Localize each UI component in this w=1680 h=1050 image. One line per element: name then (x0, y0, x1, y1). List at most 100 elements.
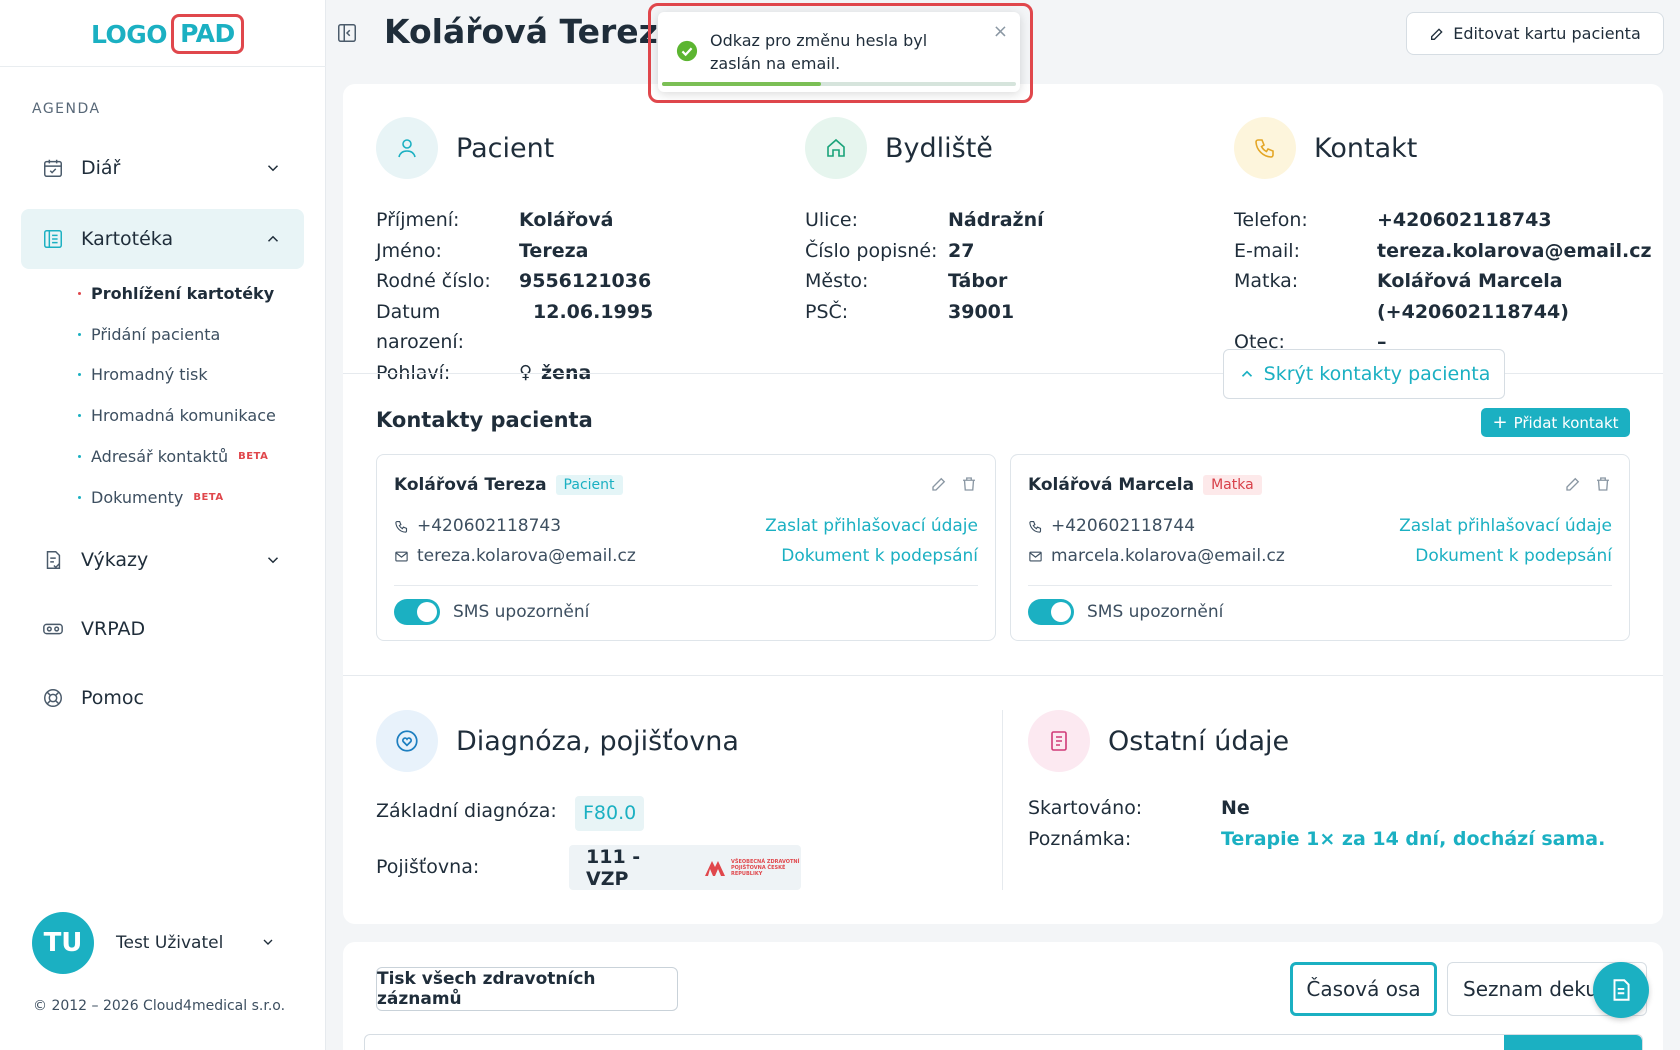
insurer-box: 111 - VZP VŠEOBECNÁ ZDRAVOTNÍ POJIŠŤOVNA… (569, 845, 801, 890)
contact-section-header: Kontakt (1234, 117, 1417, 179)
phone-icon (1234, 117, 1296, 179)
shredded-value: Ne (1221, 797, 1250, 819)
vr-headset-icon (41, 617, 65, 641)
section-heading: Pacient (456, 132, 555, 164)
patient-section-header: Pacient (376, 117, 554, 179)
sms-toggle-label: SMS upozornění (1087, 602, 1224, 622)
subitem-label: Přidání pacienta (91, 324, 221, 344)
document-icon (1028, 710, 1090, 772)
sidebar-subitem-bulk-print[interactable]: Hromadný tisk (78, 361, 208, 387)
insurer-value: 111 - VZP (586, 845, 641, 890)
chevron-down-icon (263, 939, 273, 945)
field-label: Město: (805, 270, 869, 292)
toast-progress-bar (662, 82, 1016, 86)
sidebar-collapse-icon[interactable] (336, 22, 358, 44)
hide-contacts-label: Skrýt kontakty pacienta (1263, 363, 1491, 385)
records-tabs[interactable] (364, 1034, 1643, 1050)
sidebar-section-title: AGENDA (32, 101, 101, 117)
chevron-down-icon (267, 557, 279, 564)
chevron-down-icon (267, 165, 279, 172)
birth-number-value: 9556121036 (519, 270, 652, 292)
field-label: PSČ: (805, 300, 849, 323)
mother-phone-value: (+420602118744) (1377, 300, 1569, 323)
contact-phone-value: +420602118743 (417, 516, 562, 536)
trash-icon[interactable] (960, 475, 978, 493)
sidebar-divider (0, 66, 326, 67)
sidebar-item-label: VRPAD (81, 618, 146, 640)
sidebar-item-pomoc[interactable]: Pomoc (21, 668, 304, 728)
bullet-dot (78, 291, 81, 295)
surname-value: Kolářová (519, 209, 614, 231)
beta-badge: BETA (238, 450, 269, 462)
field-label: Datum narození: (376, 300, 465, 354)
bullet-dot (78, 372, 81, 376)
contact-details: Telefon: +420602118743 E-mail: tereza.kola… (1234, 205, 1652, 358)
toast-message: Odkaz pro změnu hesla byl zaslán na emai… (710, 31, 928, 73)
email-value: tereza.kolarova@email.cz (1377, 239, 1652, 262)
report-icon (41, 548, 65, 572)
diagnosis-section-header: Diagnóza, pojišťovna (376, 710, 739, 772)
logo-badge: PAD (171, 14, 244, 54)
add-contact-button[interactable]: + Přidat kontakt (1481, 408, 1630, 437)
timeline-button[interactable]: Časová osa (1290, 962, 1437, 1016)
print-all-records-button[interactable]: Tisk všech zdravotních záznamů (376, 967, 678, 1011)
name-value: Tereza (519, 239, 589, 262)
records-icon (41, 227, 65, 251)
section-divider (343, 675, 1663, 676)
field-label: Číslo popisné: (805, 239, 938, 262)
subitem-label: Prohlížení kartotéky (91, 283, 275, 303)
document-to-sign-link[interactable]: Dokument k podepsání (1415, 546, 1612, 566)
sms-toggle-label: SMS upozornění (453, 602, 590, 622)
number-value: 27 (948, 239, 975, 262)
toast-progress-fill (662, 82, 822, 86)
user-icon (376, 117, 438, 179)
notes-fab-button[interactable] (1593, 962, 1649, 1018)
sidebar-subitem-address-book[interactable]: Adresář kontaktů BETA (78, 443, 268, 469)
hide-contacts-button[interactable]: Skrýt kontakty pacienta (1223, 349, 1505, 399)
sidebar-item-label: Kartotéka (81, 228, 174, 250)
sms-toggle[interactable] (1028, 599, 1074, 625)
bullet-dot (78, 454, 81, 458)
field-label: Skartováno: (1028, 797, 1143, 819)
vzp-logo: VŠEOBECNÁ ZDRAVOTNÍ POJIŠŤOVNA ČESKÉ REP… (703, 858, 801, 878)
add-contact-label: Přidat kontakt (1513, 413, 1619, 432)
patient-details: Příjmení: Kolářová Jméno: Tereza Rodné čís… (376, 205, 653, 388)
sidebar-item-kartoteka[interactable]: Kartotéka (21, 209, 304, 269)
document-to-sign-link[interactable]: Dokument k podepsání (781, 546, 978, 566)
logo[interactable]: LOGO PAD (91, 14, 244, 54)
contact-card: Kolářová Marcela Matka +420602118744 marc… (1010, 454, 1630, 641)
sidebar-subitem-browse[interactable]: Prohlížení kartotéky (78, 280, 274, 306)
contact-name: Kolářová Marcela (1028, 475, 1195, 495)
send-login-link[interactable]: Zaslat přihlašovací údaje (765, 516, 978, 536)
edit-button-label: Editovat kartu pacienta (1453, 24, 1641, 43)
sidebar-item-label: Pomoc (81, 687, 144, 709)
edit-icon[interactable] (930, 475, 948, 493)
sidebar-subitem-add-patient[interactable]: Přidání pacienta (78, 321, 220, 347)
section-heading: Ostatní údaje (1108, 725, 1290, 757)
sms-toggle[interactable] (394, 599, 440, 625)
contact-email-value: marcela.kolarova@email.cz (1051, 546, 1285, 566)
subitem-label: Adresář kontaktů (91, 446, 229, 466)
edit-icon[interactable] (1564, 475, 1582, 493)
contact-name: Kolářová Tereza (394, 475, 547, 495)
field-label: Příjmení: (376, 209, 460, 231)
trash-icon[interactable] (1594, 475, 1612, 493)
calendar-icon (41, 156, 65, 180)
document-icon (1613, 979, 1630, 1001)
send-login-link[interactable]: Zaslat přihlašovací údaje (1399, 516, 1612, 536)
card-divider (394, 585, 978, 586)
user-menu[interactable]: TU Test Uživatel (32, 912, 273, 974)
note-value: Terapie 1× za 14 dní, dochází sama. (1221, 827, 1606, 850)
add-record-button[interactable] (1504, 1035, 1642, 1050)
plus-icon: + (1492, 412, 1508, 433)
section-heading: Kontakt (1314, 132, 1418, 164)
sidebar-item-vrpad[interactable]: VRPAD (21, 599, 304, 659)
sidebar-subitem-documents[interactable]: Dokumenty BETA (78, 484, 224, 510)
sidebar-item-diar[interactable]: Diář (21, 138, 304, 198)
contact-phone: +420602118744 (1028, 516, 1195, 536)
close-icon[interactable]: × (993, 21, 1008, 42)
edit-patient-card-button[interactable]: Editovat kartu pacienta (1406, 12, 1664, 55)
sidebar-item-vykazy[interactable]: Výkazy (21, 530, 304, 590)
sidebar-subitem-bulk-communication[interactable]: Hromadná komunikace (78, 402, 276, 428)
field-label: Základní diagnóza: (376, 800, 557, 822)
